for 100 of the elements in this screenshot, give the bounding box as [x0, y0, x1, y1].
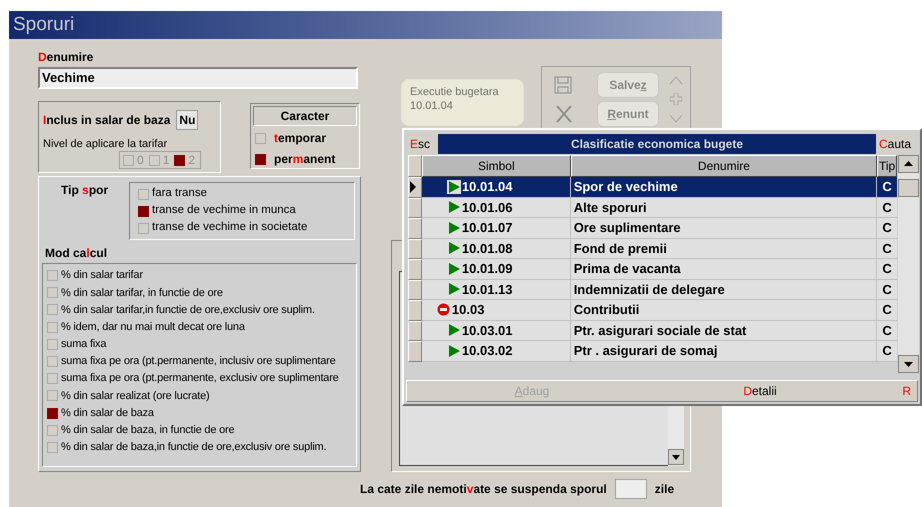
play-icon — [446, 344, 461, 358]
option-label: % din salar tarifar — [61, 268, 143, 284]
radio-box[interactable] — [47, 287, 58, 298]
option-label: temporar — [274, 130, 326, 147]
table-cell-text: C — [882, 219, 892, 237]
name-field[interactable]: Vechime — [38, 67, 358, 89]
field-label: Denumire — [38, 49, 94, 66]
play-icon — [446, 220, 461, 235]
option-label: suma fixa — [61, 337, 106, 352]
arrow-down-icon[interactable] — [669, 114, 683, 124]
play-icon — [446, 241, 461, 256]
option-label: fara transe — [152, 186, 207, 202]
panel-title: Caracter — [253, 106, 357, 126]
option-label: 0 — [137, 152, 144, 169]
option-label: % din salar de baza,in functie de ore,exclusiv ore suplim. — [61, 440, 326, 456]
search-button[interactable]: Cauta — [876, 134, 916, 154]
option-label: 1 — [162, 152, 170, 169]
scroll-down-icon[interactable] — [668, 449, 684, 465]
radio-box[interactable] — [47, 373, 58, 384]
play-icon — [446, 262, 461, 276]
table-row[interactable]: 10.01.08 Fond de premii C — [408, 238, 897, 259]
arrow-up-icon[interactable] — [669, 75, 683, 85]
radio-box[interactable] — [47, 442, 58, 453]
radio-box[interactable] — [47, 304, 58, 316]
table-row[interactable]: 10.01.09 Prima de vacanta C — [408, 259, 897, 280]
option-label: 2 — [188, 152, 196, 169]
table-cell-text: Contributii — [574, 301, 640, 319]
table-cell-text: 10.01.09 — [462, 260, 513, 278]
option-label: suma fixa pe ora (pt.permanente, exclusiv ore suplimentare — [61, 371, 339, 386]
radio-box[interactable] — [47, 322, 58, 333]
table-cell-text: 10.01.04 — [462, 178, 513, 196]
table-row[interactable]: 10.03 Contributii C — [408, 300, 897, 320]
plus-icon[interactable] — [670, 93, 682, 105]
scroll-down-icon[interactable] — [898, 355, 919, 373]
radio-box[interactable] — [123, 154, 134, 166]
table-cell-text: C — [882, 342, 892, 360]
option-label: transe de vechime in munca — [152, 203, 296, 218]
stop-icon — [436, 303, 450, 316]
budget-code: 10.01.04 — [410, 99, 454, 113]
days-field[interactable] — [614, 479, 647, 499]
column-header[interactable]: Tip — [877, 155, 897, 177]
table-cell-text: C — [882, 198, 892, 216]
table-cell-text: 10.03.01 — [462, 322, 513, 340]
option-label: % din salar tarifar, in functie de ore — [61, 286, 223, 301]
field-label: Tip spor — [61, 182, 108, 199]
column-header[interactable]: Denumire — [570, 155, 878, 177]
table-row[interactable]: 10.01.07 Ore suplimentare C — [408, 218, 897, 238]
radio-box[interactable] — [138, 206, 149, 216]
escape-button[interactable]: Esc — [408, 134, 438, 154]
table-cell-text: 10.01.08 — [462, 240, 513, 258]
scroll-thumb[interactable] — [898, 179, 919, 197]
table-cell-text: C — [882, 260, 892, 278]
table-cell-text: 10.01.07 — [462, 219, 513, 237]
radio-box[interactable] — [148, 154, 160, 166]
radio-box[interactable] — [47, 356, 58, 368]
scrollbar[interactable] — [898, 155, 919, 373]
option-label: transe de vechime in societate — [152, 220, 308, 236]
unit-label: zile — [654, 481, 674, 498]
table-cell-text: Ptr . asigurari de somaj — [574, 342, 718, 360]
radio-box[interactable] — [138, 188, 149, 200]
table-row[interactable]: 10.01.13 Indemnizatii de delegare C — [408, 280, 897, 300]
table-row[interactable]: 10.01.04 Spor de vechime C — [408, 177, 897, 198]
table-cell-text: C — [882, 322, 892, 340]
value-field[interactable]: Nu — [176, 110, 198, 130]
row-pointer-icon — [409, 181, 417, 194]
play-icon — [446, 180, 461, 194]
table-cell-text: Prima de vacanta — [574, 260, 681, 278]
radio-box[interactable] — [47, 424, 58, 436]
option-label: % din salar realizat (ore lucrate) — [61, 388, 210, 404]
table-row[interactable]: 10.03.01 Ptr. asigurari sociale de stat C — [408, 320, 897, 341]
option-label: suma fixa pe ora (pt.permanente, inclusiv ore suplimentare — [61, 354, 336, 370]
radio-box[interactable] — [255, 154, 266, 164]
shortcut-key: R — [902, 382, 911, 400]
row-header[interactable] — [408, 177, 422, 198]
table-cell-text: C — [882, 280, 892, 298]
table-cell-text: C — [882, 240, 892, 258]
table-cell-text: 10.01.13 — [462, 280, 513, 298]
radio-box[interactable] — [47, 390, 58, 402]
radio-box[interactable] — [138, 222, 149, 234]
table-cell-text: Ore suplimentare — [574, 219, 681, 237]
radio-box[interactable] — [47, 338, 58, 350]
radio-box[interactable] — [47, 270, 58, 282]
table-row[interactable]: 10.03.02 Ptr . asigurari de somaj C — [408, 341, 897, 362]
table-cell-text: Alte sporuri — [574, 198, 647, 217]
radio-box[interactable] — [174, 154, 186, 166]
field-label: La cate zile nemotivate se suspenda sporul — [360, 481, 607, 498]
scroll-up-icon[interactable] — [898, 155, 919, 173]
cross-icon[interactable] — [554, 104, 574, 124]
field-label: Nivel de aplicare la tarifar — [43, 137, 168, 152]
details-button[interactable]: Detalii — [735, 382, 785, 400]
field-label: Mod calcul — [45, 245, 108, 262]
play-icon — [446, 282, 461, 296]
radio-box[interactable] — [255, 132, 266, 144]
table-cell-text: C — [882, 301, 892, 319]
table-cell-text: Spor de vechime — [574, 178, 678, 196]
radio-box[interactable] — [47, 408, 58, 419]
option-label: permanent — [274, 151, 336, 168]
corner-header — [408, 155, 422, 177]
table-row[interactable]: 10.01.06 Alte sporuri C — [408, 198, 897, 218]
column-header[interactable]: Simbol — [422, 155, 571, 177]
